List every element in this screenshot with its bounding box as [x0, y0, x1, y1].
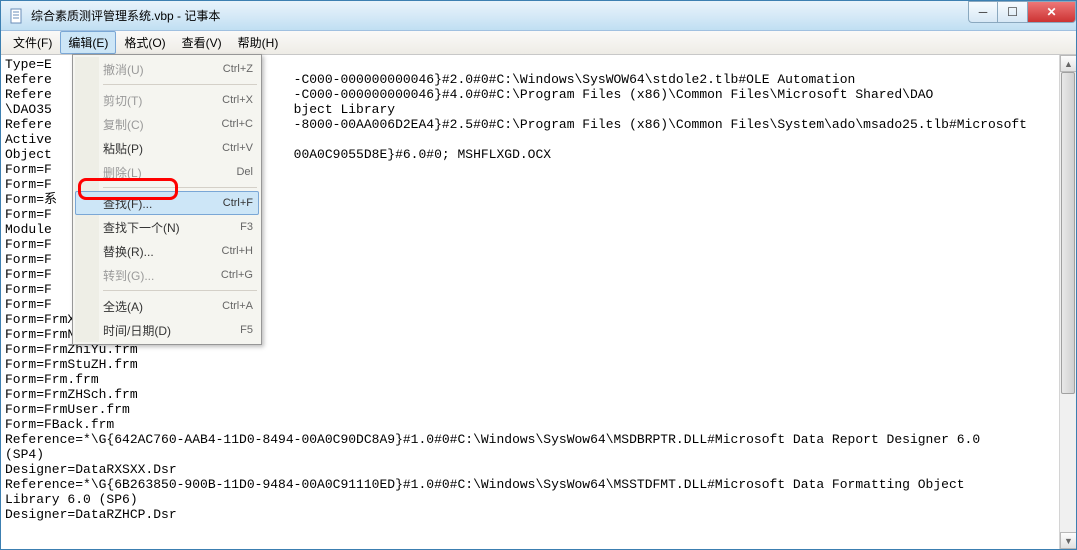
menu-item-select-all[interactable]: 全选(A) Ctrl+A [75, 294, 259, 318]
menu-item-copy[interactable]: 复制(C) Ctrl+C [75, 112, 259, 136]
menu-label: 查找(F)... [103, 195, 223, 212]
menu-shortcut: F5 [240, 324, 253, 336]
menu-help[interactable]: 帮助(H) [230, 31, 287, 54]
vertical-scrollbar[interactable]: ▲ ▼ [1059, 55, 1076, 549]
scroll-thumb[interactable] [1061, 72, 1075, 394]
menu-label: 转到(G)... [103, 267, 221, 284]
menu-edit[interactable]: 编辑(E) [60, 31, 116, 54]
menu-label: 复制(C) [103, 116, 222, 133]
menu-item-find-next[interactable]: 查找下一个(N) F3 [75, 215, 259, 239]
minimize-button[interactable]: ─ [968, 1, 998, 23]
menu-item-undo[interactable]: 撤消(U) Ctrl+Z [75, 57, 259, 81]
menu-format[interactable]: 格式(O) [116, 31, 173, 54]
window-controls: ─ ☐ ✕ [968, 1, 1076, 23]
menu-shortcut: Ctrl+X [222, 94, 253, 106]
menu-item-goto[interactable]: 转到(G)... Ctrl+G [75, 263, 259, 287]
menu-label: 查找下一个(N) [103, 219, 240, 236]
menu-item-delete[interactable]: 删除(L) Del [75, 160, 259, 184]
menu-shortcut: F3 [240, 221, 253, 233]
menu-shortcut: Ctrl+Z [223, 63, 253, 75]
window-title: 综合素质测评管理系统.vbp - 记事本 [31, 7, 968, 24]
edit-dropdown-menu: 撤消(U) Ctrl+Z 剪切(T) Ctrl+X 复制(C) Ctrl+C 粘… [72, 54, 262, 345]
menu-shortcut: Ctrl+V [222, 142, 253, 154]
scroll-down-button[interactable]: ▼ [1060, 532, 1076, 549]
menu-separator [103, 84, 257, 85]
menu-separator [103, 187, 257, 188]
menu-view[interactable]: 查看(V) [174, 31, 230, 54]
menu-shortcut: Ctrl+H [222, 245, 253, 257]
close-button[interactable]: ✕ [1028, 1, 1076, 23]
menu-shortcut: Ctrl+G [221, 269, 253, 281]
app-icon [9, 8, 25, 24]
menu-label: 全选(A) [103, 298, 222, 315]
scroll-up-button[interactable]: ▲ [1060, 55, 1076, 72]
menu-label: 剪切(T) [103, 92, 222, 109]
menubar: 文件(F) 编辑(E) 格式(O) 查看(V) 帮助(H) [1, 31, 1076, 55]
scroll-track[interactable] [1060, 72, 1076, 532]
maximize-button[interactable]: ☐ [998, 1, 1028, 23]
menu-file[interactable]: 文件(F) [5, 31, 60, 54]
menu-item-paste[interactable]: 粘贴(P) Ctrl+V [75, 136, 259, 160]
menu-label: 时间/日期(D) [103, 322, 240, 339]
titlebar[interactable]: 综合素质测评管理系统.vbp - 记事本 ─ ☐ ✕ [1, 1, 1076, 31]
menu-label: 替换(R)... [103, 243, 222, 260]
menu-item-cut[interactable]: 剪切(T) Ctrl+X [75, 88, 259, 112]
menu-shortcut: Del [236, 166, 253, 178]
menu-label: 删除(L) [103, 164, 236, 181]
menu-item-datetime[interactable]: 时间/日期(D) F5 [75, 318, 259, 342]
menu-label: 粘贴(P) [103, 140, 222, 157]
menu-item-replace[interactable]: 替换(R)... Ctrl+H [75, 239, 259, 263]
menu-separator [103, 290, 257, 291]
menu-shortcut: Ctrl+C [222, 118, 253, 130]
menu-shortcut: Ctrl+F [223, 197, 253, 209]
menu-shortcut: Ctrl+A [222, 300, 253, 312]
menu-label: 撤消(U) [103, 61, 223, 78]
menu-item-find[interactable]: 查找(F)... Ctrl+F [75, 191, 259, 215]
